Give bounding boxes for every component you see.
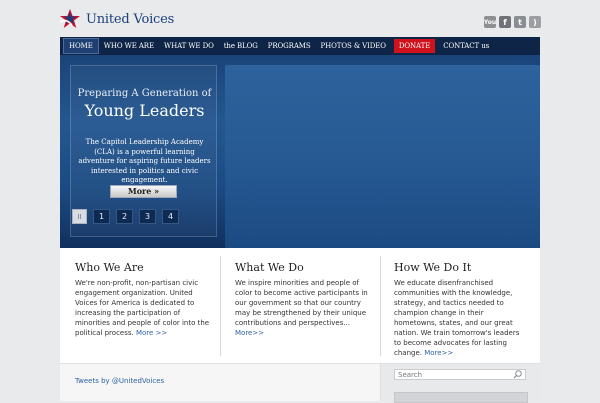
column-body: We educate disenfranchised communities w… (394, 279, 520, 357)
column-who-we-are: Who We Are We're non-profit, non-partisa… (75, 248, 215, 363)
lower-section: Tweets by @UnitedVoices (60, 363, 541, 403)
site-logo[interactable]: United Voices (58, 8, 174, 30)
nav-item-blog[interactable]: the BLOG (219, 37, 263, 55)
twitter-icon[interactable]: t (514, 16, 526, 28)
slider-pager: II 1 2 3 4 (72, 209, 179, 224)
column-title: How We Do It (394, 261, 472, 274)
pause-icon[interactable]: II (72, 209, 87, 224)
nav-item-programs[interactable]: PROGRAMS (263, 37, 316, 55)
nav-item-what-we-do[interactable]: WHAT WE DO (159, 37, 219, 55)
site-logo-text: United Voices (86, 11, 175, 27)
search-icon[interactable] (512, 369, 523, 380)
more-link[interactable]: More>> (235, 329, 264, 337)
hero-kicker: Preparing A Generation of (77, 88, 212, 99)
slide-page-1[interactable]: 1 (93, 209, 110, 224)
nav-item-home[interactable]: HOME (63, 38, 99, 54)
nav-item-contact[interactable]: CONTACT us (438, 37, 494, 55)
search-input[interactable] (394, 369, 526, 380)
hero-title: Young Leaders (84, 101, 205, 120)
column-text: We inspire minorities and people of colo… (235, 278, 375, 338)
main-nav: HOME WHO WE ARE WHAT WE DO the BLOG PROG… (60, 37, 540, 55)
column-body: We inspire minorities and people of colo… (235, 279, 368, 327)
more-link[interactable]: More >> (136, 329, 167, 337)
slide-page-3[interactable]: 3 (139, 209, 156, 224)
column-what-we-do: What We Do We inspire minorities and peo… (235, 248, 375, 363)
column-title: Who We Are (75, 261, 144, 274)
nav-item-photos-video[interactable]: PHOTOS & VIDEO (316, 37, 391, 55)
slide-page-4[interactable]: 4 (162, 209, 179, 224)
sidebar (380, 364, 541, 403)
hero-more-button[interactable]: More » (110, 185, 177, 198)
sidebar-widget-header (394, 392, 528, 403)
intro-columns: Who We Are We're non-profit, non-partisa… (60, 248, 540, 363)
hero-slide-image (225, 65, 540, 248)
nav-item-who-we-are[interactable]: WHO WE ARE (99, 37, 159, 55)
rss-icon[interactable]: ) (529, 16, 541, 28)
hero-description: The Capitol Leadership Academy (CLA) is … (78, 138, 211, 184)
nav-item-donate[interactable]: DONATE (393, 39, 436, 53)
column-divider (220, 256, 221, 356)
column-text: We educate disenfranchised communities w… (394, 278, 524, 358)
column-text: We're non-profit, non-partisan civic eng… (75, 278, 215, 338)
social-links: You f t ) (484, 16, 541, 28)
hero-slider: Preparing A Generation of Young Leaders … (60, 55, 540, 248)
column-how-we-do-it: How We Do It We educate disenfranchised … (394, 248, 524, 363)
tweets-link[interactable]: Tweets by @UnitedVoices (75, 377, 164, 385)
facebook-icon[interactable]: f (499, 16, 511, 28)
more-link[interactable]: More>> (424, 349, 453, 357)
star-logo-icon (59, 9, 80, 28)
column-title: What We Do (235, 261, 304, 274)
slide-page-2[interactable]: 2 (116, 209, 133, 224)
youtube-icon[interactable]: You (484, 16, 496, 28)
column-divider (380, 256, 381, 356)
